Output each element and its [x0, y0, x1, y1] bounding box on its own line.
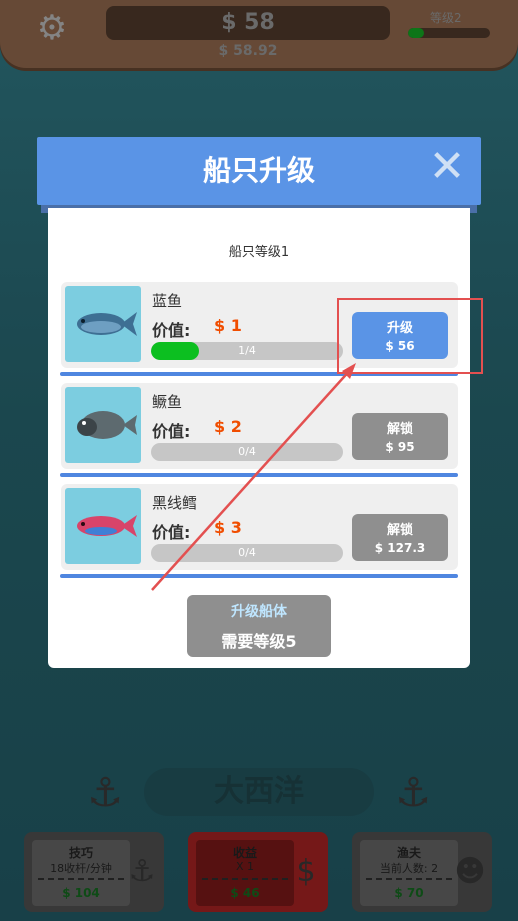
pointer-arrow-icon: [151, 363, 356, 591]
